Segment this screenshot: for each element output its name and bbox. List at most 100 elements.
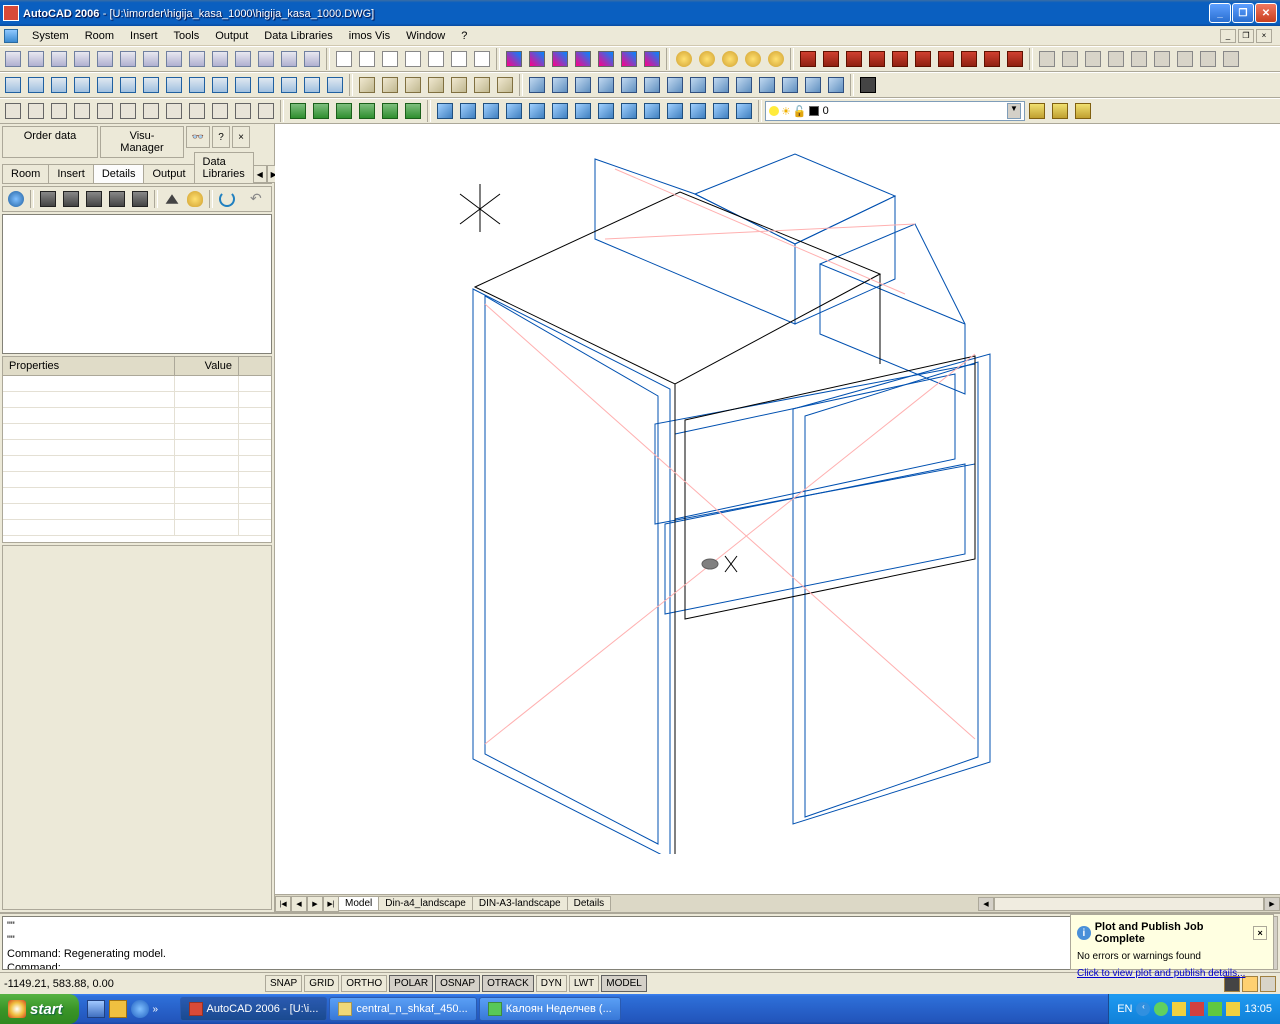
box3d-icon[interactable]: [687, 74, 709, 96]
layer-dropdown[interactable]: ☀ 🔓 0 ▼: [765, 101, 1025, 121]
prop-row[interactable]: [3, 456, 271, 472]
solid-icon[interactable]: [503, 100, 525, 122]
tool-icon[interactable]: [71, 100, 93, 122]
prop-row[interactable]: [3, 520, 271, 536]
solid-icon[interactable]: [664, 100, 686, 122]
tool-icon[interactable]: [301, 74, 323, 96]
tool-icon[interactable]: [25, 74, 47, 96]
box3d-icon[interactable]: [825, 74, 847, 96]
language-indicator[interactable]: EN: [1117, 1003, 1132, 1015]
tool-icon[interactable]: [1105, 48, 1127, 70]
maximize-button[interactable]: ❐: [1232, 3, 1254, 23]
menu-[interactable]: ?: [453, 28, 475, 44]
tool-icon[interactable]: [1220, 48, 1242, 70]
tray-icon[interactable]: [1208, 1002, 1222, 1016]
tri-up-icon[interactable]: [161, 188, 183, 210]
tool-icon[interactable]: [324, 74, 346, 96]
refresh-icon[interactable]: [216, 188, 238, 210]
tool-icon[interactable]: [2, 48, 24, 70]
box3d-icon[interactable]: [733, 74, 755, 96]
tray-hide-icon[interactable]: ‹: [1136, 1002, 1150, 1016]
close-button[interactable]: ✕: [1255, 3, 1277, 23]
tool-icon[interactable]: [526, 48, 548, 70]
tool-icon[interactable]: [1082, 48, 1104, 70]
box3d-icon[interactable]: [779, 74, 801, 96]
solid-icon[interactable]: [687, 100, 709, 122]
tool-icon[interactable]: [889, 48, 911, 70]
box3d-icon[interactable]: [425, 74, 447, 96]
layer-tool-icon[interactable]: [1072, 100, 1094, 122]
box3d-icon[interactable]: [572, 74, 594, 96]
panel-tab-output[interactable]: Output: [143, 164, 194, 183]
tool-icon[interactable]: [696, 48, 718, 70]
panel-tab-room[interactable]: Room: [2, 164, 49, 183]
globe-icon[interactable]: [5, 188, 27, 210]
camera-icon[interactable]: [857, 74, 879, 96]
panel-tool-icon[interactable]: [106, 188, 128, 210]
drawing-canvas[interactable]: // skip inline: [275, 124, 1280, 894]
menu-system[interactable]: System: [24, 28, 77, 44]
status-toggle-polar[interactable]: POLAR: [389, 975, 433, 992]
menu-room[interactable]: Room: [77, 28, 122, 44]
tool-icon[interactable]: [471, 48, 493, 70]
solid-icon[interactable]: [618, 100, 640, 122]
solid-icon[interactable]: [641, 100, 663, 122]
taskbar-button[interactable]: central_n_shkaf_450...: [329, 997, 476, 1021]
tool-icon[interactable]: [935, 48, 957, 70]
tool-icon[interactable]: [2, 74, 24, 96]
status-toggle-model[interactable]: MODEL: [601, 975, 647, 992]
taskbar-button[interactable]: Калоян Неделчев (...: [479, 997, 621, 1021]
help-button[interactable]: ?: [212, 126, 230, 148]
order-data-button[interactable]: Order data: [2, 126, 98, 158]
visu-manager-button[interactable]: Visu-Manager: [100, 126, 184, 158]
tool-icon[interactable]: [981, 48, 1003, 70]
tool-icon[interactable]: [25, 48, 47, 70]
tool-icon[interactable]: [163, 100, 185, 122]
tool-icon[interactable]: [1036, 48, 1058, 70]
tool-icon[interactable]: [333, 100, 355, 122]
prop-row[interactable]: [3, 472, 271, 488]
box3d-icon[interactable]: [664, 74, 686, 96]
tool-icon[interactable]: [94, 74, 116, 96]
prop-row[interactable]: [3, 376, 271, 392]
close-panel-button[interactable]: ×: [232, 126, 250, 148]
solid-icon[interactable]: [595, 100, 617, 122]
status-toggle-snap[interactable]: SNAP: [265, 975, 302, 992]
tool-icon[interactable]: [742, 48, 764, 70]
tab-next-button[interactable]: ▶: [307, 896, 323, 912]
box3d-icon[interactable]: [379, 74, 401, 96]
solid-icon[interactable]: [710, 100, 732, 122]
tool-icon[interactable]: [1151, 48, 1173, 70]
tool-icon[interactable]: [163, 48, 185, 70]
tool-icon[interactable]: [356, 100, 378, 122]
tab-prev-button[interactable]: ◀: [291, 896, 307, 912]
tab-first-button[interactable]: |◀: [275, 896, 291, 912]
tool-icon[interactable]: [572, 48, 594, 70]
tool-icon[interactable]: [48, 48, 70, 70]
panel-tool-icon[interactable]: [129, 188, 151, 210]
notification-link[interactable]: Click to view plot and publish details..…: [1077, 968, 1267, 979]
tool-icon[interactable]: [866, 48, 888, 70]
menu-output[interactable]: Output: [207, 28, 256, 44]
layout-tab-dina3landscape[interactable]: DIN-A3-landscape: [472, 896, 568, 911]
tool-icon[interactable]: [1197, 48, 1219, 70]
tray-icon[interactable]: [1154, 1002, 1168, 1016]
tool-icon[interactable]: [117, 48, 139, 70]
prop-header-value[interactable]: Value: [175, 357, 239, 375]
tool-icon[interactable]: [310, 100, 332, 122]
tool-icon[interactable]: [641, 48, 663, 70]
tool-icon[interactable]: [232, 74, 254, 96]
minimize-button[interactable]: _: [1209, 3, 1231, 23]
tool-icon[interactable]: [94, 48, 116, 70]
tool-icon[interactable]: [140, 100, 162, 122]
menu-tools[interactable]: Tools: [166, 28, 208, 44]
solid-icon[interactable]: [480, 100, 502, 122]
prop-row[interactable]: [3, 440, 271, 456]
tool-icon[interactable]: [140, 74, 162, 96]
tool-icon[interactable]: [209, 100, 231, 122]
prop-row[interactable]: [3, 504, 271, 520]
tool-icon[interactable]: [402, 100, 424, 122]
layer-tool-icon[interactable]: [1049, 100, 1071, 122]
dropdown-arrow-icon[interactable]: ▼: [1007, 103, 1021, 119]
tool-icon[interactable]: [140, 48, 162, 70]
